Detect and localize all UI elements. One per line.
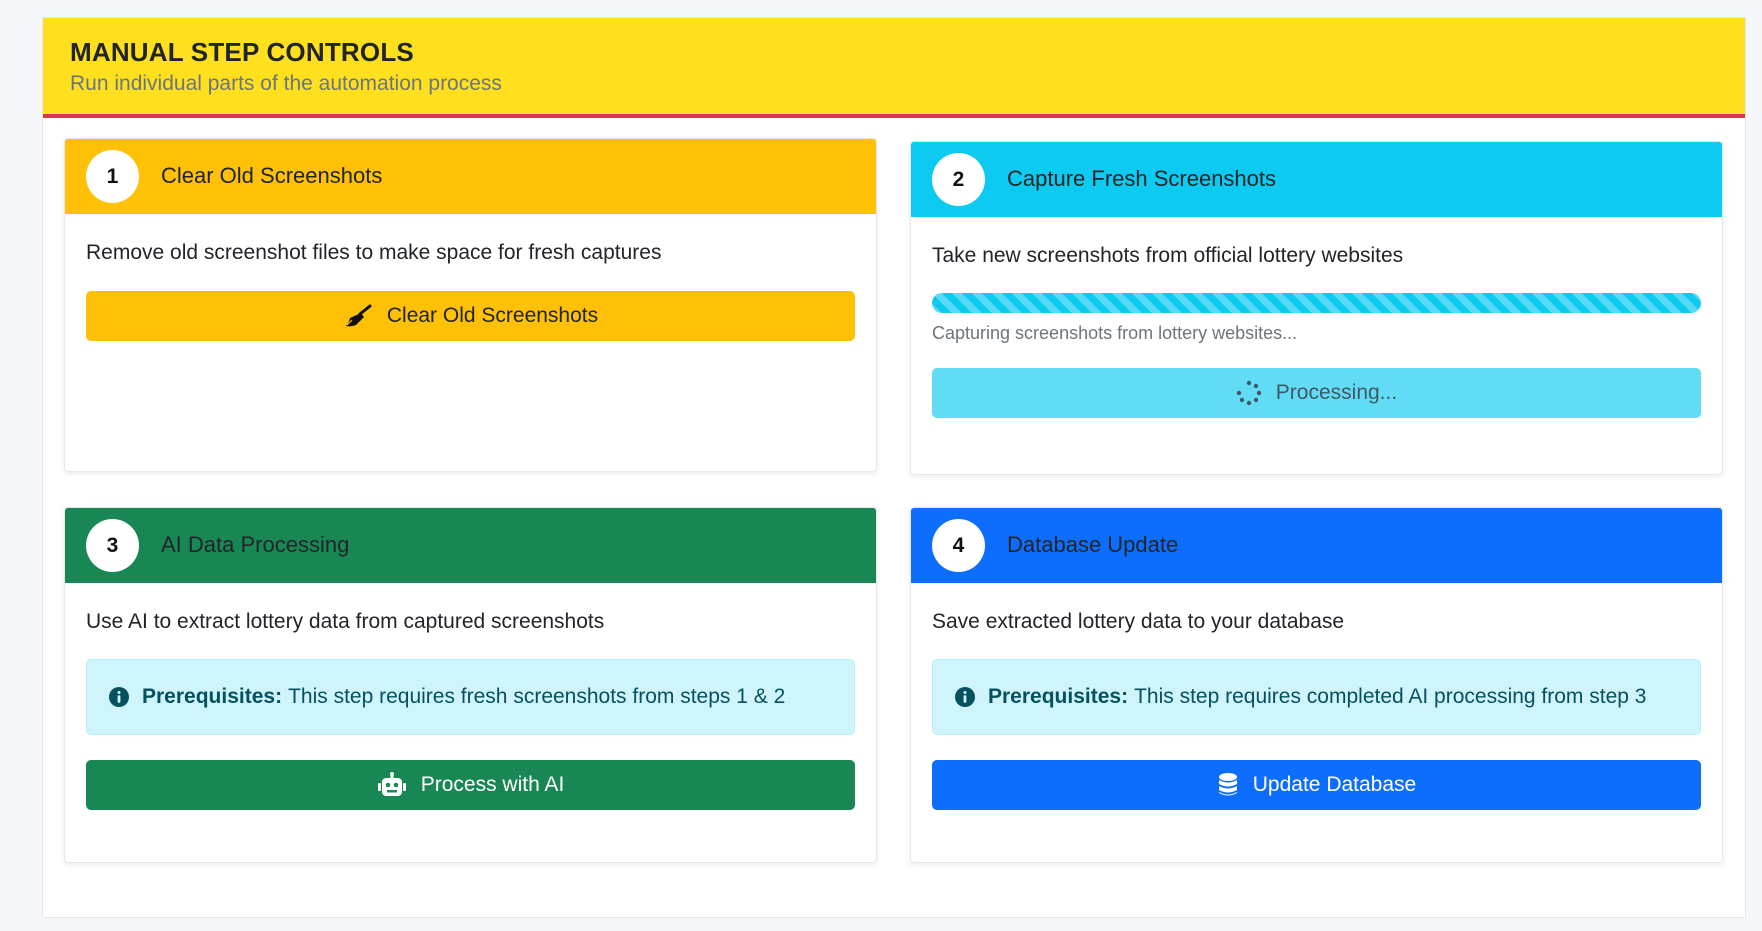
step-number-badge: 4 xyxy=(932,519,985,572)
process-with-ai-button[interactable]: Process with AI xyxy=(86,760,855,810)
step-card-capture-screenshots: 2 Capture Fresh Screenshots Take new scr… xyxy=(910,141,1723,475)
prerequisites-label: Prerequisites: xyxy=(988,685,1129,708)
card-description: Take new screenshots from official lotte… xyxy=(932,244,1404,267)
card-description: Remove old screenshot files to make spac… xyxy=(86,241,662,264)
capture-progress-bar xyxy=(932,293,1701,313)
prerequisites-label: Prerequisites: xyxy=(142,685,283,708)
step-number-badge: 3 xyxy=(86,519,139,572)
prerequisites-alert: Prerequisites: This step requires fresh … xyxy=(86,659,855,735)
panel-header: MANUAL STEP CONTROLS Run individual part… xyxy=(43,18,1745,118)
step-card-database-update: 4 Database Update Save extracted lottery… xyxy=(910,507,1723,863)
prerequisites-alert: Prerequisites: This step requires comple… xyxy=(932,659,1701,735)
panel-subtitle: Run individual parts of the automation p… xyxy=(70,72,502,95)
panel-title: MANUAL STEP CONTROLS xyxy=(70,37,414,67)
button-label: Clear Old Screenshots xyxy=(386,304,599,327)
database-icon xyxy=(1218,773,1237,796)
update-database-button[interactable]: Update Database xyxy=(932,760,1701,810)
prerequisites-text: This step requires completed AI processi… xyxy=(1134,685,1647,708)
broom-icon xyxy=(345,304,372,327)
info-circle-icon xyxy=(955,687,975,707)
processing-button[interactable]: Processing... xyxy=(932,368,1701,418)
button-label: Processing... xyxy=(1275,381,1398,404)
card-description: Save extracted lottery data to your data… xyxy=(932,610,1345,633)
info-circle-icon xyxy=(109,687,129,707)
spinner-icon xyxy=(1236,380,1261,406)
card-title: AI Data Processing xyxy=(161,532,350,557)
progress-bar-fill xyxy=(932,293,1701,313)
prerequisites-text: This step requires fresh screenshots fro… xyxy=(288,685,786,708)
card-header: 1 Clear Old Screenshots xyxy=(65,139,876,214)
card-title: Clear Old Screenshots xyxy=(161,163,383,188)
step-number-badge: 2 xyxy=(932,153,985,206)
step-number-badge: 1 xyxy=(86,150,139,203)
progress-status-text: Capturing screenshots from lottery websi… xyxy=(932,323,1298,343)
clear-old-screenshots-button[interactable]: Clear Old Screenshots xyxy=(86,291,855,341)
card-description: Use AI to extract lottery data from capt… xyxy=(86,610,605,633)
robot-icon xyxy=(377,772,406,796)
step-card-ai-processing: 3 AI Data Processing Use AI to extract l… xyxy=(64,507,877,863)
card-title: Capture Fresh Screenshots xyxy=(1007,166,1277,191)
card-header: 2 Capture Fresh Screenshots xyxy=(911,142,1722,217)
card-header: 3 AI Data Processing xyxy=(65,508,876,583)
card-title: Database Update xyxy=(1007,532,1179,557)
button-label: Update Database xyxy=(1252,773,1417,796)
step-card-clear-screenshots: 1 Clear Old Screenshots Remove old scree… xyxy=(64,138,877,472)
button-label: Process with AI xyxy=(420,773,565,796)
card-header: 4 Database Update xyxy=(911,508,1722,583)
